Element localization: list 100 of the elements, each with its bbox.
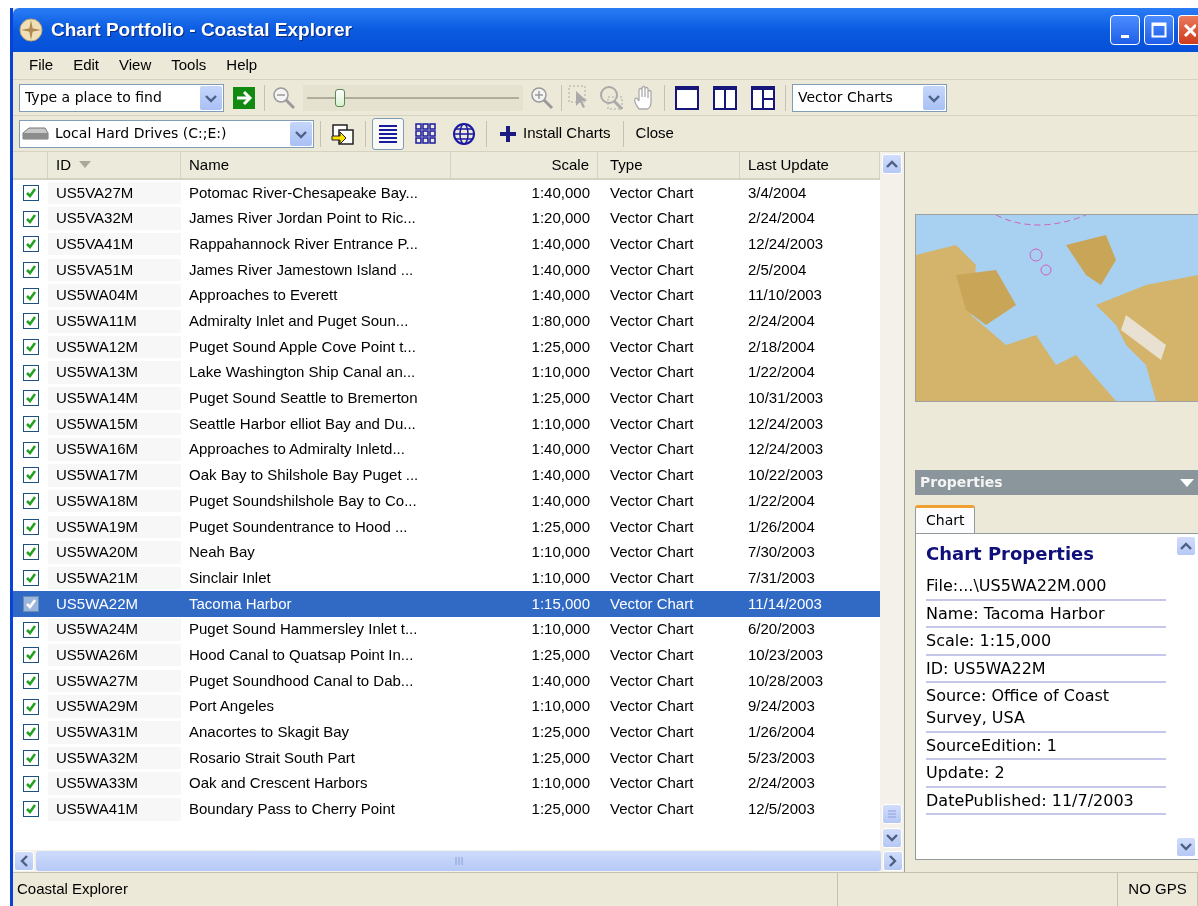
- column-header[interactable]: Name: [181, 152, 451, 178]
- table-row[interactable]: US5WA27M Puget Soundhood Canal to Dab... 1:40,000 Vector Chart 10/28/2003: [13, 668, 880, 694]
- table-cell: Vector Chart: [610, 414, 694, 432]
- table-row[interactable]: US5WA33M Oak and Crescent Harbors 1:10,000 Vector Chart 2/24/2003: [13, 770, 880, 797]
- table-row[interactable]: US5WA17M Oak Bay to Shilshole Bay Puget ... 1:40,000 Vector Chart 10/22/2003: [13, 462, 880, 489]
- checkbox[interactable]: [23, 236, 39, 253]
- table-row[interactable]: US5VA27M Potomac River-Chesapeake Bay... 1:40,000 Vector Chart 3/4/2004: [13, 180, 880, 206]
- checkbox[interactable]: [23, 364, 39, 381]
- table-cell: 10/31/2003: [748, 389, 824, 407]
- checkbox[interactable]: [23, 570, 39, 587]
- four-pane-icon[interactable]: [750, 84, 776, 111]
- checkbox[interactable]: [23, 544, 39, 561]
- table-cell: Vector Chart: [610, 440, 694, 458]
- checkbox[interactable]: [23, 210, 39, 227]
- table-cell: US5WA14M: [56, 389, 138, 407]
- table-row[interactable]: US5VA51M James River Jamestown Island ... 1:40,000 Vector Chart 2/5/2004: [13, 257, 880, 283]
- checkbox[interactable]: [23, 493, 39, 510]
- panel-title: Properties: [920, 473, 1003, 492]
- vertical-scrollbar[interactable]: [880, 152, 904, 850]
- table-cell: US5WA27M: [56, 671, 138, 689]
- table-cell: Vector Chart: [610, 337, 694, 355]
- table-row[interactable]: US5WA21M Sinclair Inlet 1:10,000 Vector Chart 7/31/2003: [13, 565, 880, 591]
- checkbox[interactable]: [23, 467, 39, 484]
- collapse-arrow-icon[interactable]: [1180, 477, 1194, 488]
- search-field[interactable]: Type a place to find: [19, 83, 224, 112]
- checkbox[interactable]: [23, 698, 39, 715]
- table-cell: Vector Chart: [610, 748, 694, 766]
- table-row[interactable]: US5WA12M Puget Sound Apple Cove Point t... 1:25,000 Vector Chart 2/18/2004: [13, 334, 880, 360]
- table-row[interactable]: US5WA24M Puget Sound Hammersley Inlet t... 1:10,000 Vector Chart 6/20/2003: [13, 616, 880, 643]
- checkbox[interactable]: [23, 261, 39, 278]
- single-pane-icon[interactable]: [674, 84, 700, 111]
- checkbox[interactable]: [23, 749, 39, 766]
- maximize-button[interactable]: [1144, 15, 1174, 45]
- checkbox[interactable]: [23, 672, 39, 689]
- chart-type-dropdown[interactable]: Vector Charts: [792, 83, 947, 112]
- column-header[interactable]: Scale: [451, 152, 598, 178]
- column-header[interactable]: Type: [598, 152, 740, 178]
- table-row[interactable]: US5WA29M Port Angeles 1:10,000 Vector Chart 9/24/2003: [13, 693, 880, 720]
- table-row[interactable]: US5WA20M Neah Bay 1:10,000 Vector Chart 7/30/2003: [13, 539, 880, 566]
- close-button[interactable]: [1178, 15, 1198, 45]
- zoom-out-icon[interactable]: [271, 84, 297, 111]
- table-row[interactable]: US5VA32M James River Jordan Point to Ric... 1:20,000 Vector Chart 2/24/2004: [13, 205, 880, 232]
- table-row[interactable]: US5WA04M Approaches to Everett 1:40,000 Vector Chart 11/10/2003: [13, 282, 880, 309]
- column-header[interactable]: ID: [56, 153, 71, 177]
- drive-dropdown[interactable]: Local Hard Drives (C:;E:): [19, 119, 314, 148]
- table-row[interactable]: US5VA41M Rappahannock River Entrance P... 1:40,000 Vector Chart 12/24/2003: [13, 231, 880, 258]
- tab[interactable]: Chart: [915, 505, 976, 533]
- table-cell: 2/18/2004: [748, 337, 815, 355]
- table-row[interactable]: US5WA14M Puget Sound Seattle to Bremerton 1:25,000 Vector Chart 10/31/2003: [13, 385, 880, 412]
- property-line: DatePublished: 11/7/2003: [926, 787, 1166, 816]
- window-title: Chart Portfolio - Coastal Explorer: [51, 17, 353, 42]
- checkbox[interactable]: [23, 724, 39, 741]
- table-cell: Vector Chart: [610, 620, 694, 638]
- table-cell: 12/24/2003: [748, 234, 824, 252]
- minimize-button[interactable]: [1110, 15, 1140, 45]
- checkbox[interactable]: [23, 775, 39, 792]
- checkbox[interactable]: [23, 184, 39, 201]
- close-panel-button[interactable]: Close: [629, 120, 680, 147]
- checkbox[interactable]: [23, 518, 39, 535]
- table-row[interactable]: US5WA13M Lake Washington Ship Canal an... 1:10,000 Vector Chart 1/22/2004: [13, 359, 880, 386]
- table-row[interactable]: US5WA32M Rosario Strait South Part 1:25,000 Vector Chart 5/23/2003: [13, 745, 880, 771]
- table-row[interactable]: US5WA11M Admiralty Inlet and Puget Soun... 1:80,000 Vector Chart 2/24/2004: [13, 308, 880, 335]
- checkbox[interactable]: [23, 595, 39, 612]
- checkbox[interactable]: [23, 416, 39, 433]
- table-cell: US5WA16M: [56, 440, 138, 458]
- checkbox[interactable]: [23, 441, 39, 458]
- status-text: Coastal Explorer: [17, 879, 128, 900]
- table-cell: 6/20/2003: [748, 620, 815, 638]
- table-row[interactable]: US5WA41M Boundary Pass to Cherry Point 1:25,000 Vector Chart 12/5/2003: [13, 796, 880, 823]
- table-row[interactable]: US5WA31M Anacortes to Skagit Bay 1:25,000 Vector Chart 1/26/2004: [13, 719, 880, 746]
- checkbox[interactable]: [23, 287, 39, 304]
- table-row[interactable]: US5WA18M Puget Soundshilshole Bay to Co... 1:40,000 Vector Chart 1/22/2004: [13, 488, 880, 514]
- menu-item[interactable]: File: [19, 52, 64, 79]
- checkbox[interactable]: [23, 621, 39, 638]
- checkbox[interactable]: [23, 801, 39, 818]
- table-cell: Oak Bay to Shilshole Bay Puget ...: [189, 466, 419, 484]
- zoom-in-icon[interactable]: [529, 84, 555, 111]
- checkbox[interactable]: [23, 313, 39, 330]
- table-row[interactable]: US5WA26M Hood Canal to Quatsap Point In... 1:25,000 Vector Chart 10/23/2003: [13, 642, 880, 669]
- table-row[interactable]: US5WA22M Tacoma Harbor 1:15,000 Vector Chart 11/14/2003: [13, 591, 880, 617]
- table-cell: 1:10,000: [531, 568, 590, 586]
- checkbox[interactable]: [23, 390, 39, 407]
- arrow-right-icon: [233, 86, 255, 109]
- menu-item[interactable]: Help: [216, 52, 268, 79]
- slider-thumb[interactable]: [335, 88, 346, 107]
- table-row[interactable]: US5WA19M Puget Soundentrance to Hood ... 1:25,000 Vector Chart 1/26/2004: [13, 513, 880, 540]
- table-cell: 9/24/2003: [748, 697, 815, 715]
- view-button[interactable]: [372, 117, 404, 150]
- table-cell: US5WA31M: [56, 723, 138, 741]
- vertical-scrollbar[interactable]: [1174, 534, 1198, 859]
- table-row[interactable]: US5WA16M Approaches to Admiralty Inletd... 1:40,000 Vector Chart 12/24/2003: [13, 436, 880, 463]
- menu-item[interactable]: Edit: [63, 52, 110, 79]
- checkbox[interactable]: [23, 338, 39, 355]
- menu-item[interactable]: Tools: [161, 52, 217, 79]
- table-row[interactable]: US5WA15M Seattle Harbor elliot Bay and Du... 1:10,000 Vector Chart 12/24/2003: [13, 411, 880, 437]
- checkbox[interactable]: [23, 647, 39, 664]
- install-charts-button[interactable]: Install Charts: [493, 120, 617, 147]
- horizontal-scrollbar[interactable]: [13, 850, 904, 872]
- menu-item[interactable]: View: [109, 52, 162, 79]
- two-pane-icon[interactable]: [712, 84, 738, 111]
